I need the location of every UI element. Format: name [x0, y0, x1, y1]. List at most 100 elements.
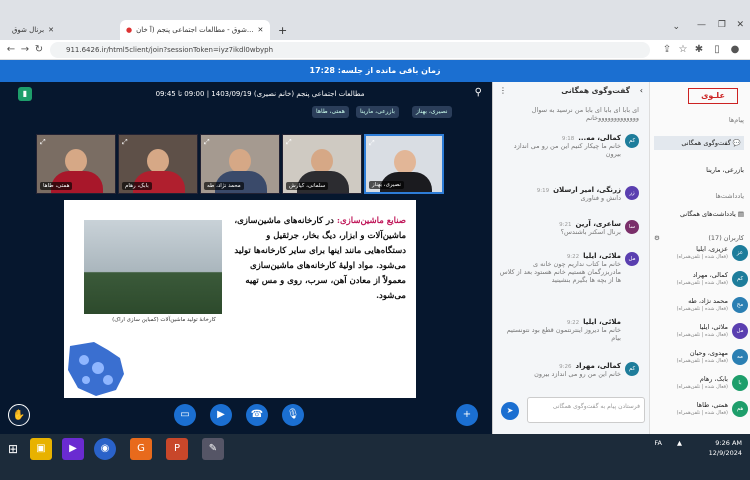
chevron-down-icon[interactable]: ⌄	[672, 22, 680, 32]
star-icon[interactable]: ☆	[676, 43, 690, 57]
profile-icon[interactable]: ●	[728, 43, 742, 57]
video-tile[interactable]: ⤢ سلمانی، کیارش	[282, 134, 362, 194]
sidebar-item-label: یادداشت‌های همگانی	[680, 210, 736, 218]
user-list-item[interactable]: مه مهدوی، وحیان (فعال شده | تلفن‌همراه)	[652, 346, 750, 368]
audio-phone-button[interactable]: ☎	[246, 404, 268, 426]
reload-icon[interactable]: ↻	[32, 43, 46, 57]
user-status: (فعال شده | تلفن‌همراه)	[676, 410, 728, 416]
brand-logo: علـوی	[688, 88, 738, 104]
camera-button[interactable]: ▶	[210, 404, 232, 426]
user-list-item[interactable]: کم کمالی، مهراد (فعال شده | تلفن‌همراه)	[652, 268, 750, 290]
avatar: کم	[625, 362, 639, 376]
chat-message: کم کمالی، مهراد9:26 خانم این من رو می ان…	[499, 362, 639, 378]
file-explorer-icon[interactable]: ▣	[30, 438, 52, 460]
message-text: دانش و فناوری	[580, 194, 621, 202]
expand-icon[interactable]: ⤢	[204, 138, 210, 147]
bar-chart-icon[interactable]: ▮	[18, 87, 32, 101]
presentation-slide: صنایع ماشین‌سازی: در کارخانه‌های ماشین‌س…	[64, 200, 416, 398]
avatar: مح	[732, 297, 748, 313]
user-list-item[interactable]: عز عزیزی، ایلیا (فعال شده | تلفن‌همراه)	[652, 242, 750, 264]
slide-body: در کارخانه‌های ماشین‌سازی، ماشین‌آلات و …	[234, 216, 406, 301]
raise-hand-button[interactable]: ✋	[8, 404, 30, 426]
sidebar-item-public-chat[interactable]: 💬 گفت‌وگوی همگانی	[654, 136, 744, 150]
sidepanel-icon[interactable]: ▯	[710, 43, 724, 57]
slide-caption: کارخانهٔ تولید ماشین‌آلات (کمباین سازی ا…	[112, 317, 216, 323]
chevron-left-icon[interactable]: ‹	[640, 86, 643, 95]
close-icon[interactable]: ✕	[258, 26, 264, 34]
user-list-item[interactable]: مح محمد نژاد، طه (فعال شده | تلفن‌همراه)	[652, 294, 750, 316]
user-list-item[interactable]: با بابک، رهام (فعال شده | تلفن‌همراه)	[652, 372, 750, 394]
users-header: کاربران (17) ⚙	[654, 234, 744, 242]
more-icon[interactable]: ⋮	[499, 86, 507, 95]
windows-start-icon[interactable]: ⊞	[2, 438, 24, 460]
address-bar: ← → ↻ 911.6426.ir/html5client/join?sessi…	[0, 40, 750, 60]
user-name: بابک، رهام	[699, 375, 728, 383]
sidebar-item-label: گفت‌وگوی همگانی	[681, 139, 731, 147]
chat-message: کم کمالی، مه...9:18 خانم ما چیکار کنیم ا…	[499, 134, 639, 158]
message-text: خانم ما دیروز اینترنتمون قطع بود نتونستی…	[506, 326, 621, 342]
chat-message-input[interactable]: فرستادن پیام به گفت‌وگوی همگانی	[527, 397, 645, 423]
screen-share-button[interactable]: ▭	[174, 404, 196, 426]
send-message-button[interactable]: ➤	[501, 402, 519, 420]
video-tile[interactable]: ⤢ همتی، طاها	[36, 134, 116, 194]
record-icon: ●	[126, 26, 133, 34]
share-icon[interactable]: ⇪	[660, 43, 674, 57]
close-window-icon[interactable]: ✕	[736, 20, 744, 30]
user-list-item[interactable]: مل ملائی، ایلیا (فعال شده | تلفن‌همراه)	[652, 320, 750, 342]
user-list-sidebar: علـوی پیام‌ها 💬 گفت‌وگوی همگانی بازرعی، …	[649, 82, 750, 434]
presenter-chip[interactable]: همتی، طاها	[312, 106, 349, 118]
powerpoint-icon[interactable]: P	[166, 438, 188, 460]
avatar: کم	[732, 271, 748, 287]
chat-message: ای بابا ای بابا ای بابا من نرسید به سوال…	[499, 106, 639, 122]
back-icon[interactable]: ←	[4, 43, 18, 57]
settings-icon[interactable]: ⚙	[654, 234, 660, 242]
avatar: کم	[625, 134, 639, 148]
new-tab-button[interactable]: +	[272, 20, 290, 40]
presenter-chip[interactable]: نصیری، بهناز	[412, 106, 452, 118]
plus-actions-button[interactable]: +	[456, 404, 478, 426]
minimize-icon[interactable]: —	[697, 20, 706, 30]
chat-message-list: ای بابا ای بابا ای بابا من نرسید به سوال…	[493, 100, 650, 390]
media-player-icon[interactable]: ▶	[62, 438, 84, 460]
video-name-tag: سلمانی، کیارش	[286, 182, 329, 190]
presenter-chip[interactable]: بازرعی، مارینا	[356, 106, 399, 118]
extensions-icon[interactable]: ✱	[692, 43, 706, 57]
video-tile[interactable]: ⤢ بابک، رهام	[118, 134, 198, 194]
message-text: خانم ما کتاب نداریم چون خانه ی مادربزرگم…	[499, 260, 621, 284]
expand-icon[interactable]: ⤢	[369, 139, 375, 148]
avatar: با	[732, 375, 748, 391]
user-icon[interactable]: ⚲	[475, 87, 482, 98]
expand-icon[interactable]: ⤢	[286, 138, 292, 147]
url-text: 911.6426.ir/html5client/join?sessionToke…	[66, 46, 274, 54]
microphone-button[interactable]: 🎙	[282, 404, 304, 426]
tab-barnal[interactable]: برنال شوق ✕	[6, 20, 116, 40]
message-author: ملائی، ایلیا	[583, 252, 621, 260]
close-icon[interactable]: ✕	[48, 26, 54, 34]
sidebar-item-private-chat[interactable]: بازرعی، مارینا	[654, 166, 744, 174]
clock-date[interactable]: 12/9/2024	[709, 448, 742, 458]
maximize-icon[interactable]: ❐	[718, 20, 726, 30]
user-name: همتی، طاها	[696, 401, 728, 409]
video-name-tag: بابک، رهام	[122, 182, 152, 190]
clock-time[interactable]: 9:26 AM	[709, 438, 742, 448]
iran-map-graphic	[68, 342, 124, 396]
video-tile[interactable]: ⤢ محمد نژاد، طه	[200, 134, 280, 194]
user-name: مهدوی، وحیان	[689, 349, 728, 357]
session-timer-bar: زمان باقی مانده از جلسه: 17:28	[0, 60, 750, 82]
factory-photo	[84, 220, 222, 314]
network-icon[interactable]: ▲	[677, 438, 682, 448]
participant-face	[229, 149, 251, 173]
tab-class[interactable]: ● شوق - مطالعات اجتماعی پنجم (آ خان... ✕	[120, 20, 270, 40]
forward-icon[interactable]: →	[18, 43, 32, 57]
expand-icon[interactable]: ⤢	[40, 138, 46, 147]
sidebar-item-shared-notes[interactable]: ▤ یادداشت‌های همگانی	[654, 210, 744, 218]
app-g-icon[interactable]: G	[130, 438, 152, 460]
user-list-item[interactable]: هم همتی، طاها (فعال شده | تلفن‌همراه)	[652, 398, 750, 420]
paint-icon[interactable]: ✎	[202, 438, 224, 460]
chrome-icon[interactable]: ◉	[94, 438, 116, 460]
user-status: (فعال شده | تلفن‌همراه)	[676, 384, 728, 390]
language-indicator[interactable]: FA	[654, 438, 662, 448]
url-input[interactable]: 911.6426.ir/html5client/join?sessionToke…	[50, 42, 650, 58]
expand-icon[interactable]: ⤢	[122, 138, 128, 147]
video-tile-active[interactable]: ⤢ نصیری، بهناز	[364, 134, 444, 194]
